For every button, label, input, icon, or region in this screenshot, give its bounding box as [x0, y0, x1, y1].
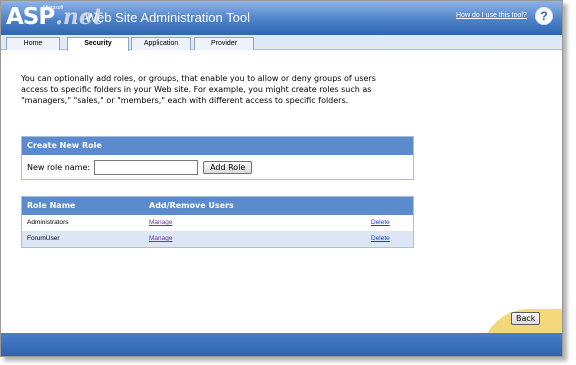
intro-text: You can optionally add roles, or groups,…: [21, 74, 376, 105]
tab-bar: Home Security Application Provider: [1, 35, 562, 51]
tab-provider[interactable]: Provider: [194, 37, 254, 50]
delete-link[interactable]: Delete: [371, 231, 390, 247]
role-name-input[interactable]: [94, 159, 199, 175]
create-role-panel: Create New Role New role name: Add Role: [21, 136, 414, 180]
column-role-name: Role Name: [27, 201, 76, 210]
add-role-button[interactable]: Add Role: [203, 160, 253, 174]
roles-table: Role Name Add/Remove Users Administrator…: [21, 196, 414, 248]
help-icon[interactable]: ?: [535, 7, 553, 25]
manage-link[interactable]: Manage: [149, 215, 173, 231]
column-add-remove-users: Add/Remove Users: [149, 201, 234, 210]
tab-application[interactable]: Application: [131, 37, 191, 50]
delete-link[interactable]: Delete: [371, 215, 390, 231]
role-name-cell: ForumUser: [27, 235, 60, 242]
tab-home[interactable]: Home: [6, 37, 60, 50]
browser-frame: ASP Microsoft .net Web Site Administrati…: [0, 0, 563, 357]
create-role-form: New role name: Add Role: [22, 155, 413, 179]
role-name-cell: Administrators: [27, 219, 69, 226]
table-row: Administrators Manage Delete: [22, 215, 413, 231]
footer-bar: [1, 333, 562, 356]
logo-microsoft: Microsoft: [43, 5, 64, 11]
header-bar: ASP Microsoft .net Web Site Administrati…: [1, 1, 562, 35]
table-row: ForumUser Manage Delete: [22, 231, 413, 247]
roles-table-header: Role Name Add/Remove Users: [22, 197, 413, 215]
role-name-label: New role name:: [27, 162, 91, 172]
manage-link[interactable]: Manage: [149, 231, 173, 247]
app-title: Web Site Administration Tool: [85, 10, 250, 25]
create-role-heading: Create New Role: [22, 137, 413, 155]
tab-security[interactable]: Security: [67, 37, 129, 51]
help-link[interactable]: How do I use this tool?: [456, 12, 527, 19]
back-button[interactable]: Back: [511, 312, 541, 325]
